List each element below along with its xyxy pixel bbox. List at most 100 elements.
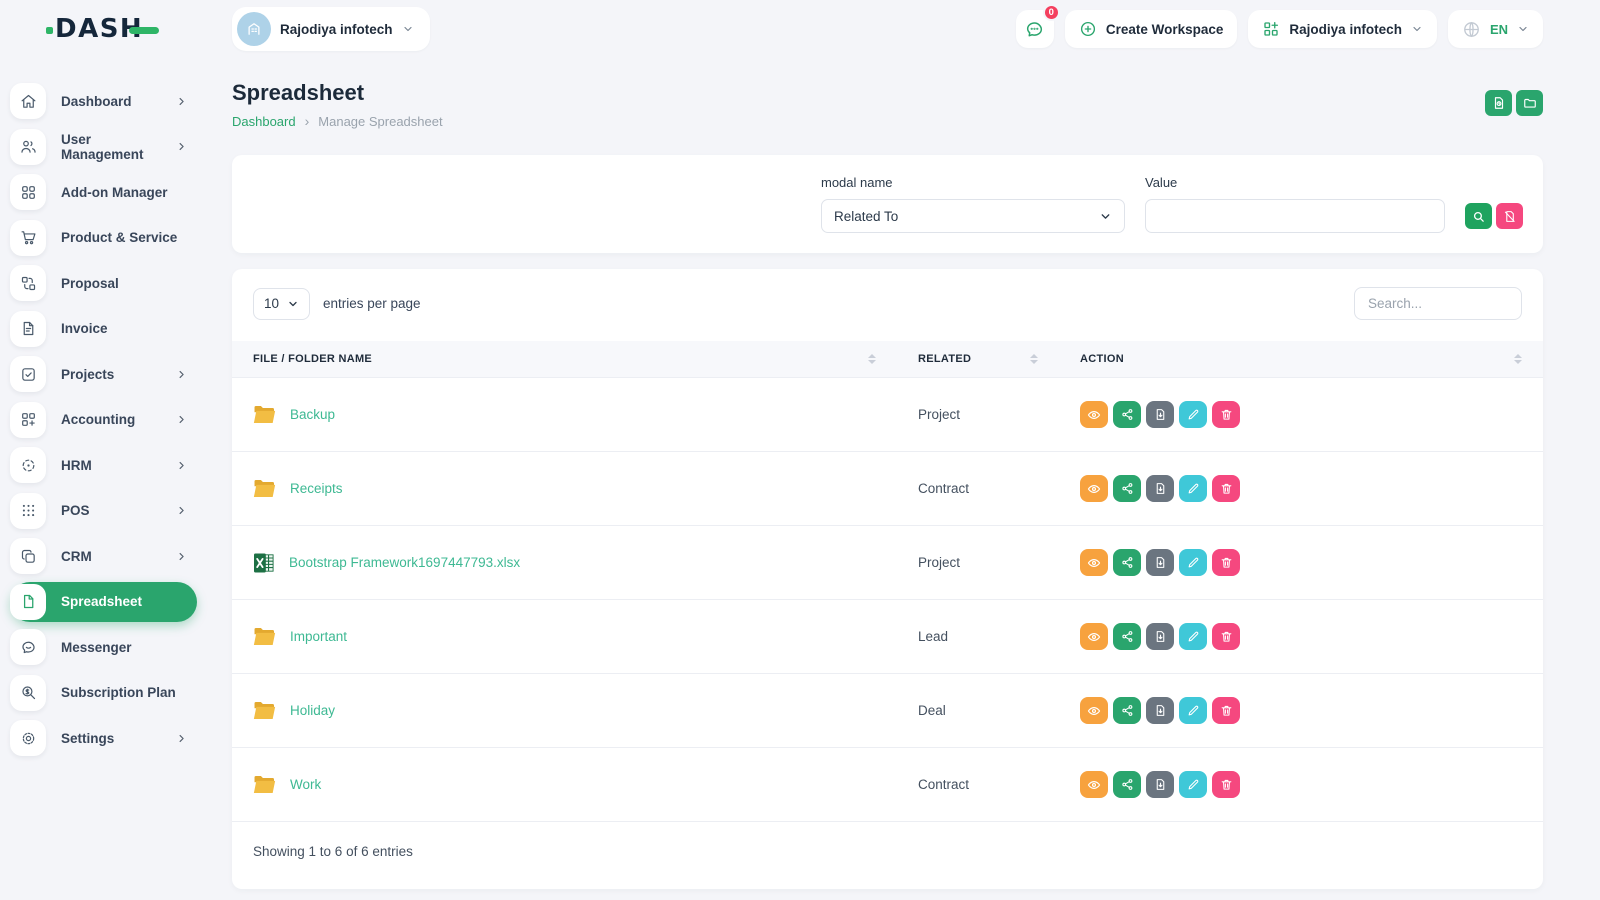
file-folder-link[interactable]: Receipts — [290, 481, 343, 496]
messenger-button[interactable]: 0 — [1016, 10, 1054, 48]
sidebar-item-messenger[interactable]: Messenger — [10, 627, 197, 667]
file-folder-link[interactable]: Important — [290, 629, 347, 644]
delete-button[interactable] — [1212, 549, 1240, 576]
apply-filter-button[interactable] — [1465, 203, 1492, 229]
share-button[interactable] — [1113, 401, 1141, 428]
trash-icon — [1220, 556, 1233, 569]
table-search-input[interactable] — [1354, 287, 1522, 320]
trash-icon — [1220, 778, 1233, 791]
column-header-related[interactable]: RELATED — [897, 341, 1059, 378]
delete-button[interactable] — [1212, 697, 1240, 724]
delete-button[interactable] — [1212, 771, 1240, 798]
download-button[interactable] — [1146, 549, 1174, 576]
row-actions — [1080, 401, 1522, 428]
sidebar-item-crm[interactable]: CRM — [10, 536, 197, 576]
edit-button[interactable] — [1179, 623, 1207, 650]
sidebar-item-hrm[interactable]: HRM — [10, 445, 197, 485]
breadcrumb-current: Manage Spreadsheet — [318, 114, 442, 129]
breadcrumb: Dashboard › Manage Spreadsheet — [232, 113, 443, 129]
file-folder-link[interactable]: Holiday — [290, 703, 335, 718]
download-button[interactable] — [1146, 697, 1174, 724]
view-button[interactable] — [1080, 549, 1108, 576]
view-button[interactable] — [1080, 697, 1108, 724]
download-button[interactable] — [1146, 623, 1174, 650]
files-table: FILE / FOLDER NAME RELATED ACTION — [232, 341, 1543, 821]
workspace-selector[interactable]: Rajodiya infotech — [232, 7, 430, 51]
create-file-button[interactable] — [1485, 90, 1512, 116]
sidebar-item-dashboard[interactable]: Dashboard — [10, 81, 197, 121]
value-input[interactable] — [1145, 199, 1445, 233]
share-button[interactable] — [1113, 623, 1141, 650]
page-head-actions — [1485, 90, 1543, 116]
create-folder-button[interactable] — [1516, 90, 1543, 116]
chevron-down-icon — [1517, 23, 1529, 35]
file-folder-link[interactable]: Bootstrap Framework1697447793.xlsx — [289, 555, 520, 570]
sidebar-item-spreadsheet[interactable]: Spreadsheet — [10, 582, 197, 622]
delete-button[interactable] — [1212, 623, 1240, 650]
sidebar-item-projects[interactable]: Projects — [10, 354, 197, 394]
create-workspace-label: Create Workspace — [1106, 22, 1224, 37]
share-icon — [1121, 778, 1134, 791]
row-actions — [1080, 771, 1522, 798]
table-row: Receipts Contract — [232, 452, 1543, 526]
share-button[interactable] — [1113, 475, 1141, 502]
file-slash-icon — [1503, 210, 1516, 223]
table-footer: Showing 1 to 6 of 6 entries — [232, 821, 1543, 889]
sidebar-item-proposal[interactable]: Proposal — [10, 263, 197, 303]
related-value: Deal — [897, 674, 1059, 748]
delete-button[interactable] — [1212, 401, 1240, 428]
model-select[interactable]: Related To — [821, 199, 1125, 233]
download-button[interactable] — [1146, 401, 1174, 428]
share-button[interactable] — [1113, 697, 1141, 724]
folder-icon — [253, 701, 276, 720]
file-download-icon — [1154, 630, 1167, 643]
share-button[interactable] — [1113, 771, 1141, 798]
table-row: Holiday Deal — [232, 674, 1543, 748]
main-content: Spreadsheet Dashboard › Manage Spreadshe… — [232, 58, 1600, 889]
edit-button[interactable] — [1179, 475, 1207, 502]
download-button[interactable] — [1146, 771, 1174, 798]
create-workspace-button[interactable]: Create Workspace — [1065, 10, 1238, 48]
file-folder-link[interactable]: Backup — [290, 407, 335, 422]
sort-icon — [868, 354, 876, 364]
download-button[interactable] — [1146, 475, 1174, 502]
edit-button[interactable] — [1179, 771, 1207, 798]
column-header-file-folder-name[interactable]: FILE / FOLDER NAME — [232, 341, 897, 378]
clear-filter-button[interactable] — [1496, 203, 1523, 229]
edit-button[interactable] — [1179, 697, 1207, 724]
sidebar-item-product-service[interactable]: Product & Service — [10, 218, 197, 258]
dots-grid-icon — [20, 502, 37, 519]
row-actions — [1080, 549, 1522, 576]
topbar: DASH Rajodiya infotech 0 Create Workspac… — [0, 0, 1600, 58]
share-button[interactable] — [1113, 549, 1141, 576]
edit-button[interactable] — [1179, 401, 1207, 428]
sidebar-item-subscription-plan[interactable]: Subscription Plan — [10, 673, 197, 713]
sidebar-item-user-management[interactable]: User Management — [10, 127, 197, 167]
view-button[interactable] — [1080, 771, 1108, 798]
sidebar-item-accounting[interactable]: Accounting — [10, 400, 197, 440]
file-folder-link[interactable]: Work — [290, 777, 321, 792]
value-field: Value — [1145, 175, 1445, 233]
edit-button[interactable] — [1179, 549, 1207, 576]
language-selector[interactable]: EN — [1448, 10, 1543, 48]
folder-icon — [253, 479, 276, 498]
view-button[interactable] — [1080, 401, 1108, 428]
globe-icon — [1462, 20, 1481, 39]
view-button[interactable] — [1080, 623, 1108, 650]
sidebar-item-pos[interactable]: POS — [10, 491, 197, 531]
company-selector[interactable]: Rajodiya infotech — [1248, 10, 1437, 48]
app-logo[interactable]: DASH — [55, 14, 143, 44]
sidebar-item-settings[interactable]: Settings — [10, 718, 197, 758]
grid-plus-icon — [1262, 20, 1280, 38]
grid-plus-icon — [20, 411, 37, 428]
entries-per-page-select[interactable]: 10 — [253, 288, 310, 320]
breadcrumb-dashboard-link[interactable]: Dashboard — [232, 114, 296, 129]
column-header-action[interactable]: ACTION — [1059, 341, 1543, 378]
delete-button[interactable] — [1212, 475, 1240, 502]
share-icon — [1121, 556, 1134, 569]
sidebar-item-addon-manager[interactable]: Add-on Manager — [10, 172, 197, 212]
view-button[interactable] — [1080, 475, 1108, 502]
sidebar-item-invoice[interactable]: Invoice — [10, 309, 197, 349]
chevron-down-icon — [287, 298, 299, 310]
related-value: Contract — [897, 452, 1059, 526]
